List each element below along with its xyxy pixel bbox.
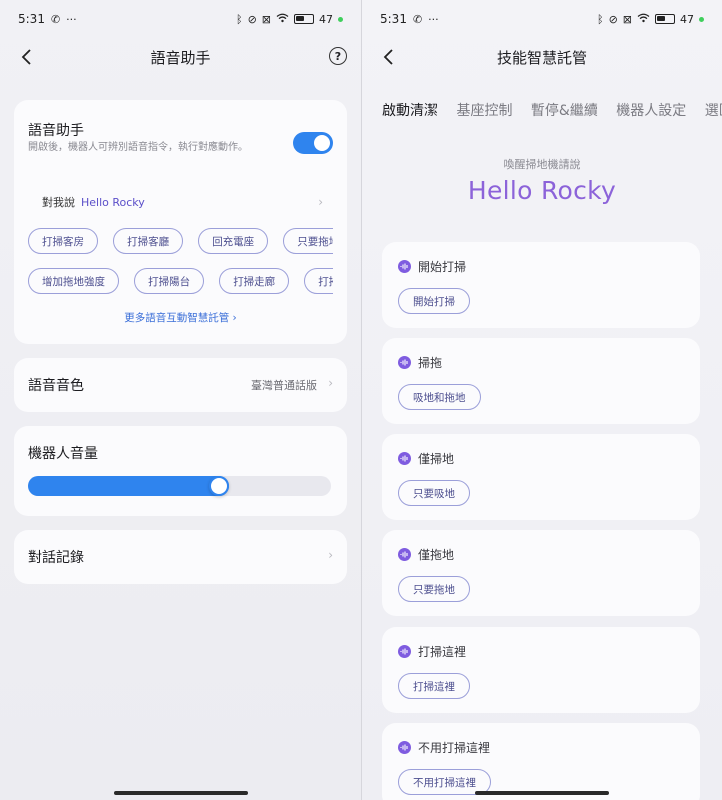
skill-command-chip[interactable]: 吸地和拖地: [398, 384, 481, 410]
voice-tone-value: 臺灣普通話版: [251, 379, 317, 392]
command-chips-row-2: 增加拖地強度 打掃陽台 打掃走廊 打掃: [28, 268, 333, 294]
page-title: 技能智慧託管: [496, 48, 587, 67]
voice-wave-icon: [398, 741, 411, 754]
status-time: 5:31: [18, 12, 45, 26]
voice-assistant-card: 語音助手 開啟後，機器人可辨別語音指令，執行對應動作。 對我說 Hello Ro…: [14, 100, 347, 344]
more-dots-icon: ···: [428, 12, 439, 26]
skill-command-chip[interactable]: 只要拖地: [398, 576, 470, 602]
battery-icon: [655, 14, 675, 24]
skill-category-tabs: 啟動清潔 基座控制 暫停&繼續 機器人設定 選區: [382, 100, 722, 122]
voice-wave-icon: [398, 548, 411, 561]
voice-wave-icon: [398, 452, 411, 465]
voice-wave-icon: [398, 260, 411, 273]
voice-assistant-toggle[interactable]: [293, 132, 333, 154]
skill-command-chip[interactable]: 開始打掃: [398, 288, 470, 314]
vibrate-off-icon: ⊘: [608, 12, 618, 26]
voice-tone-label: 語音音色: [28, 378, 84, 394]
chevron-right-icon: ›: [328, 548, 333, 562]
wake-hint: 喚醒掃地機請說: [503, 158, 581, 171]
wake-word-prefix: 對我說: [42, 196, 75, 209]
command-chip[interactable]: 打掃: [304, 268, 333, 294]
skill-title: 不用打掃這裡: [418, 741, 491, 755]
battery-percent: 47: [319, 12, 333, 26]
tab-start-cleaning[interactable]: 啟動清潔: [382, 100, 438, 120]
status-time: 5:31: [380, 12, 407, 26]
skill-card: 僅拖地 只要拖地: [382, 530, 700, 616]
skill-card: 打掃這裡 打掃這裡: [382, 627, 700, 713]
voice-assistant-description: 開啟後，機器人可辨別語音指令，執行對應動作。: [28, 142, 248, 153]
tab-dock-control[interactable]: 基座控制: [456, 100, 512, 120]
vibrate-off-icon: ⊘: [247, 12, 257, 26]
home-indicator[interactable]: [475, 791, 609, 795]
phone-icon: ✆: [412, 12, 423, 26]
command-chips-row-1: 打掃客房 打掃客廳 回充電座 只要拖地: [28, 228, 333, 254]
command-chip[interactable]: 增加拖地強度: [28, 268, 119, 294]
robot-volume-card: 機器人音量: [14, 426, 347, 516]
robot-volume-label: 機器人音量: [28, 446, 98, 462]
charging-dot: [338, 16, 343, 22]
voice-tone-row[interactable]: 語音音色 臺灣普通話版 ›: [14, 358, 347, 412]
voice-assistant-screen: 5:31 ✆ ··· ᛒ ⊘ ⊠ 47 語音助手 ? 語音助手 開啟後，機器人可…: [0, 0, 361, 800]
home-indicator[interactable]: [113, 791, 248, 795]
back-button[interactable]: [14, 44, 38, 70]
volume-slider[interactable]: [28, 476, 331, 496]
status-bar: 5:31 ✆ ··· ᛒ ⊘ ⊠ 47: [362, 0, 722, 38]
skill-title: 打掃這裡: [418, 645, 467, 659]
skill-card: 不用打掃這裡 不用打掃這裡: [382, 723, 700, 800]
conversation-history-label: 對話記錄: [28, 550, 84, 566]
top-bar: 語音助手 ?: [0, 38, 361, 76]
command-chip[interactable]: 打掃走廊: [219, 268, 290, 294]
chevron-right-icon: ›: [328, 376, 333, 390]
wake-phrase: Hello Rocky: [467, 176, 617, 205]
chevron-right-icon: ›: [318, 195, 323, 209]
page-title: 語音助手: [150, 48, 211, 67]
phone-icon: ✆: [50, 12, 61, 26]
skill-command-chip[interactable]: 打掃這裡: [398, 673, 470, 699]
skill-title: 掃拖: [418, 356, 443, 370]
command-chip[interactable]: 打掃客房: [28, 228, 98, 254]
voice-wave-icon: [398, 356, 411, 369]
sim-off-icon: ⊠: [261, 12, 271, 26]
volume-slider-fill: [28, 476, 229, 496]
skill-card: 開始打掃 開始打掃: [382, 242, 700, 328]
command-chip[interactable]: 只要拖地: [283, 228, 333, 254]
skill-card: 掃拖 吸地和拖地: [382, 338, 700, 424]
toggle-knob: [314, 135, 330, 151]
conversation-history-row[interactable]: 對話記錄 ›: [14, 530, 347, 584]
skill-title: 開始打掃: [418, 260, 467, 274]
back-button[interactable]: [376, 44, 400, 70]
skill-title: 僅掃地: [418, 452, 455, 466]
status-bar: 5:31 ✆ ··· ᛒ ⊘ ⊠ 47: [0, 0, 361, 38]
help-icon[interactable]: ?: [329, 47, 347, 65]
skill-command-chip[interactable]: 只要吸地: [398, 480, 470, 506]
command-chip[interactable]: 打掃客廳: [113, 228, 184, 254]
wifi-icon: [276, 13, 289, 26]
bluetooth-icon: ᛒ: [596, 12, 604, 26]
chevron-left-icon: [21, 49, 31, 65]
voice-wave-icon: [398, 645, 411, 658]
more-dots-icon: ···: [66, 12, 77, 26]
skill-hosting-screen: 5:31 ✆ ··· ᛒ ⊘ ⊠ 47 技能智慧託管 啟動清潔 基座控制 暫停&…: [362, 0, 722, 800]
chevron-left-icon: [383, 49, 393, 65]
sim-off-icon: ⊠: [622, 12, 632, 26]
top-bar: 技能智慧託管: [362, 38, 722, 76]
tab-zone[interactable]: 選區: [705, 100, 722, 120]
more-voice-commands-link[interactable]: 更多語音互動智慧託管 ›: [14, 310, 347, 325]
command-chip[interactable]: 回充電座: [198, 228, 269, 254]
wake-word-name: Hello Rocky: [81, 195, 145, 209]
skill-card: 僅掃地 只要吸地: [382, 434, 700, 520]
command-chip[interactable]: 打掃陽台: [134, 268, 205, 294]
battery-percent: 47: [680, 12, 694, 26]
battery-icon: [294, 14, 314, 24]
voice-assistant-title: 語音助手: [28, 123, 84, 139]
wake-word-row[interactable]: 對我說 Hello Rocky ›: [42, 192, 323, 212]
tab-pause-resume[interactable]: 暫停&繼續: [531, 100, 598, 120]
wifi-icon: [637, 13, 650, 26]
volume-slider-handle[interactable]: [209, 476, 229, 496]
skill-title: 僅拖地: [418, 548, 455, 562]
charging-dot: [699, 16, 704, 22]
bluetooth-icon: ᛒ: [235, 12, 243, 26]
tab-robot-settings[interactable]: 機器人設定: [616, 100, 686, 120]
